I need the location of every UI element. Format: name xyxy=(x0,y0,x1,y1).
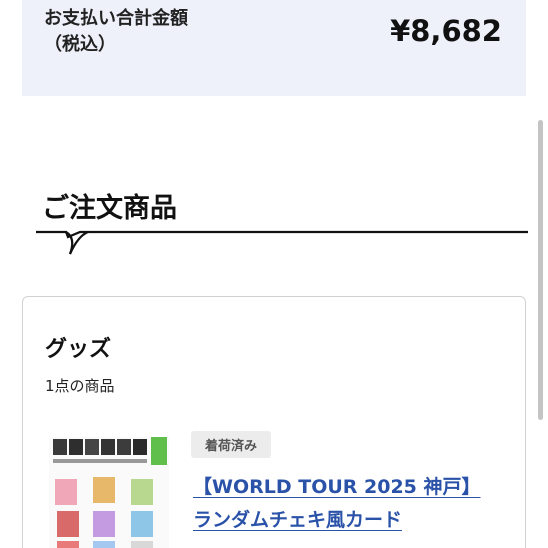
goods-order-card: グッズ 1点の商品 着荷済み 【WORLD TOUR 2025 神戸】 ランダム… xyxy=(22,296,526,548)
payment-total-panel: お支払い合計金額 （税込） ¥8,682 xyxy=(22,0,526,96)
item-count: 1点の商品 xyxy=(45,377,115,395)
payment-total-label-line1: お支払い合計金額 xyxy=(44,8,188,29)
payment-total-label: お支払い合計金額 （税込） xyxy=(44,6,188,58)
product-thumbnail[interactable] xyxy=(49,437,169,548)
payment-total-label-line2: （税込） xyxy=(44,34,116,55)
shipping-status-badge: 着荷済み xyxy=(191,431,272,458)
order-confirmation-page: お支払い合計金額 （税込） ¥8,682 ご注文商品 グッズ 1点の商品 着荷済… xyxy=(0,0,548,548)
heading-underline-decoration xyxy=(36,230,528,255)
page-scrollbar[interactable] xyxy=(538,120,543,420)
product-name-link[interactable]: 【WORLD TOUR 2025 神戸】 ランダムチェキ風カード xyxy=(193,471,513,537)
payment-total-amount: ¥8,682 xyxy=(390,14,502,48)
product-name-line1: 【WORLD TOUR 2025 神戸】 xyxy=(193,476,481,498)
ordered-items-heading: ご注文商品 xyxy=(42,193,177,224)
product-name-line2: ランダムチェキ風カード xyxy=(193,509,403,531)
goods-category-title: グッズ xyxy=(45,337,112,362)
product-thumbnail-image xyxy=(49,437,169,548)
